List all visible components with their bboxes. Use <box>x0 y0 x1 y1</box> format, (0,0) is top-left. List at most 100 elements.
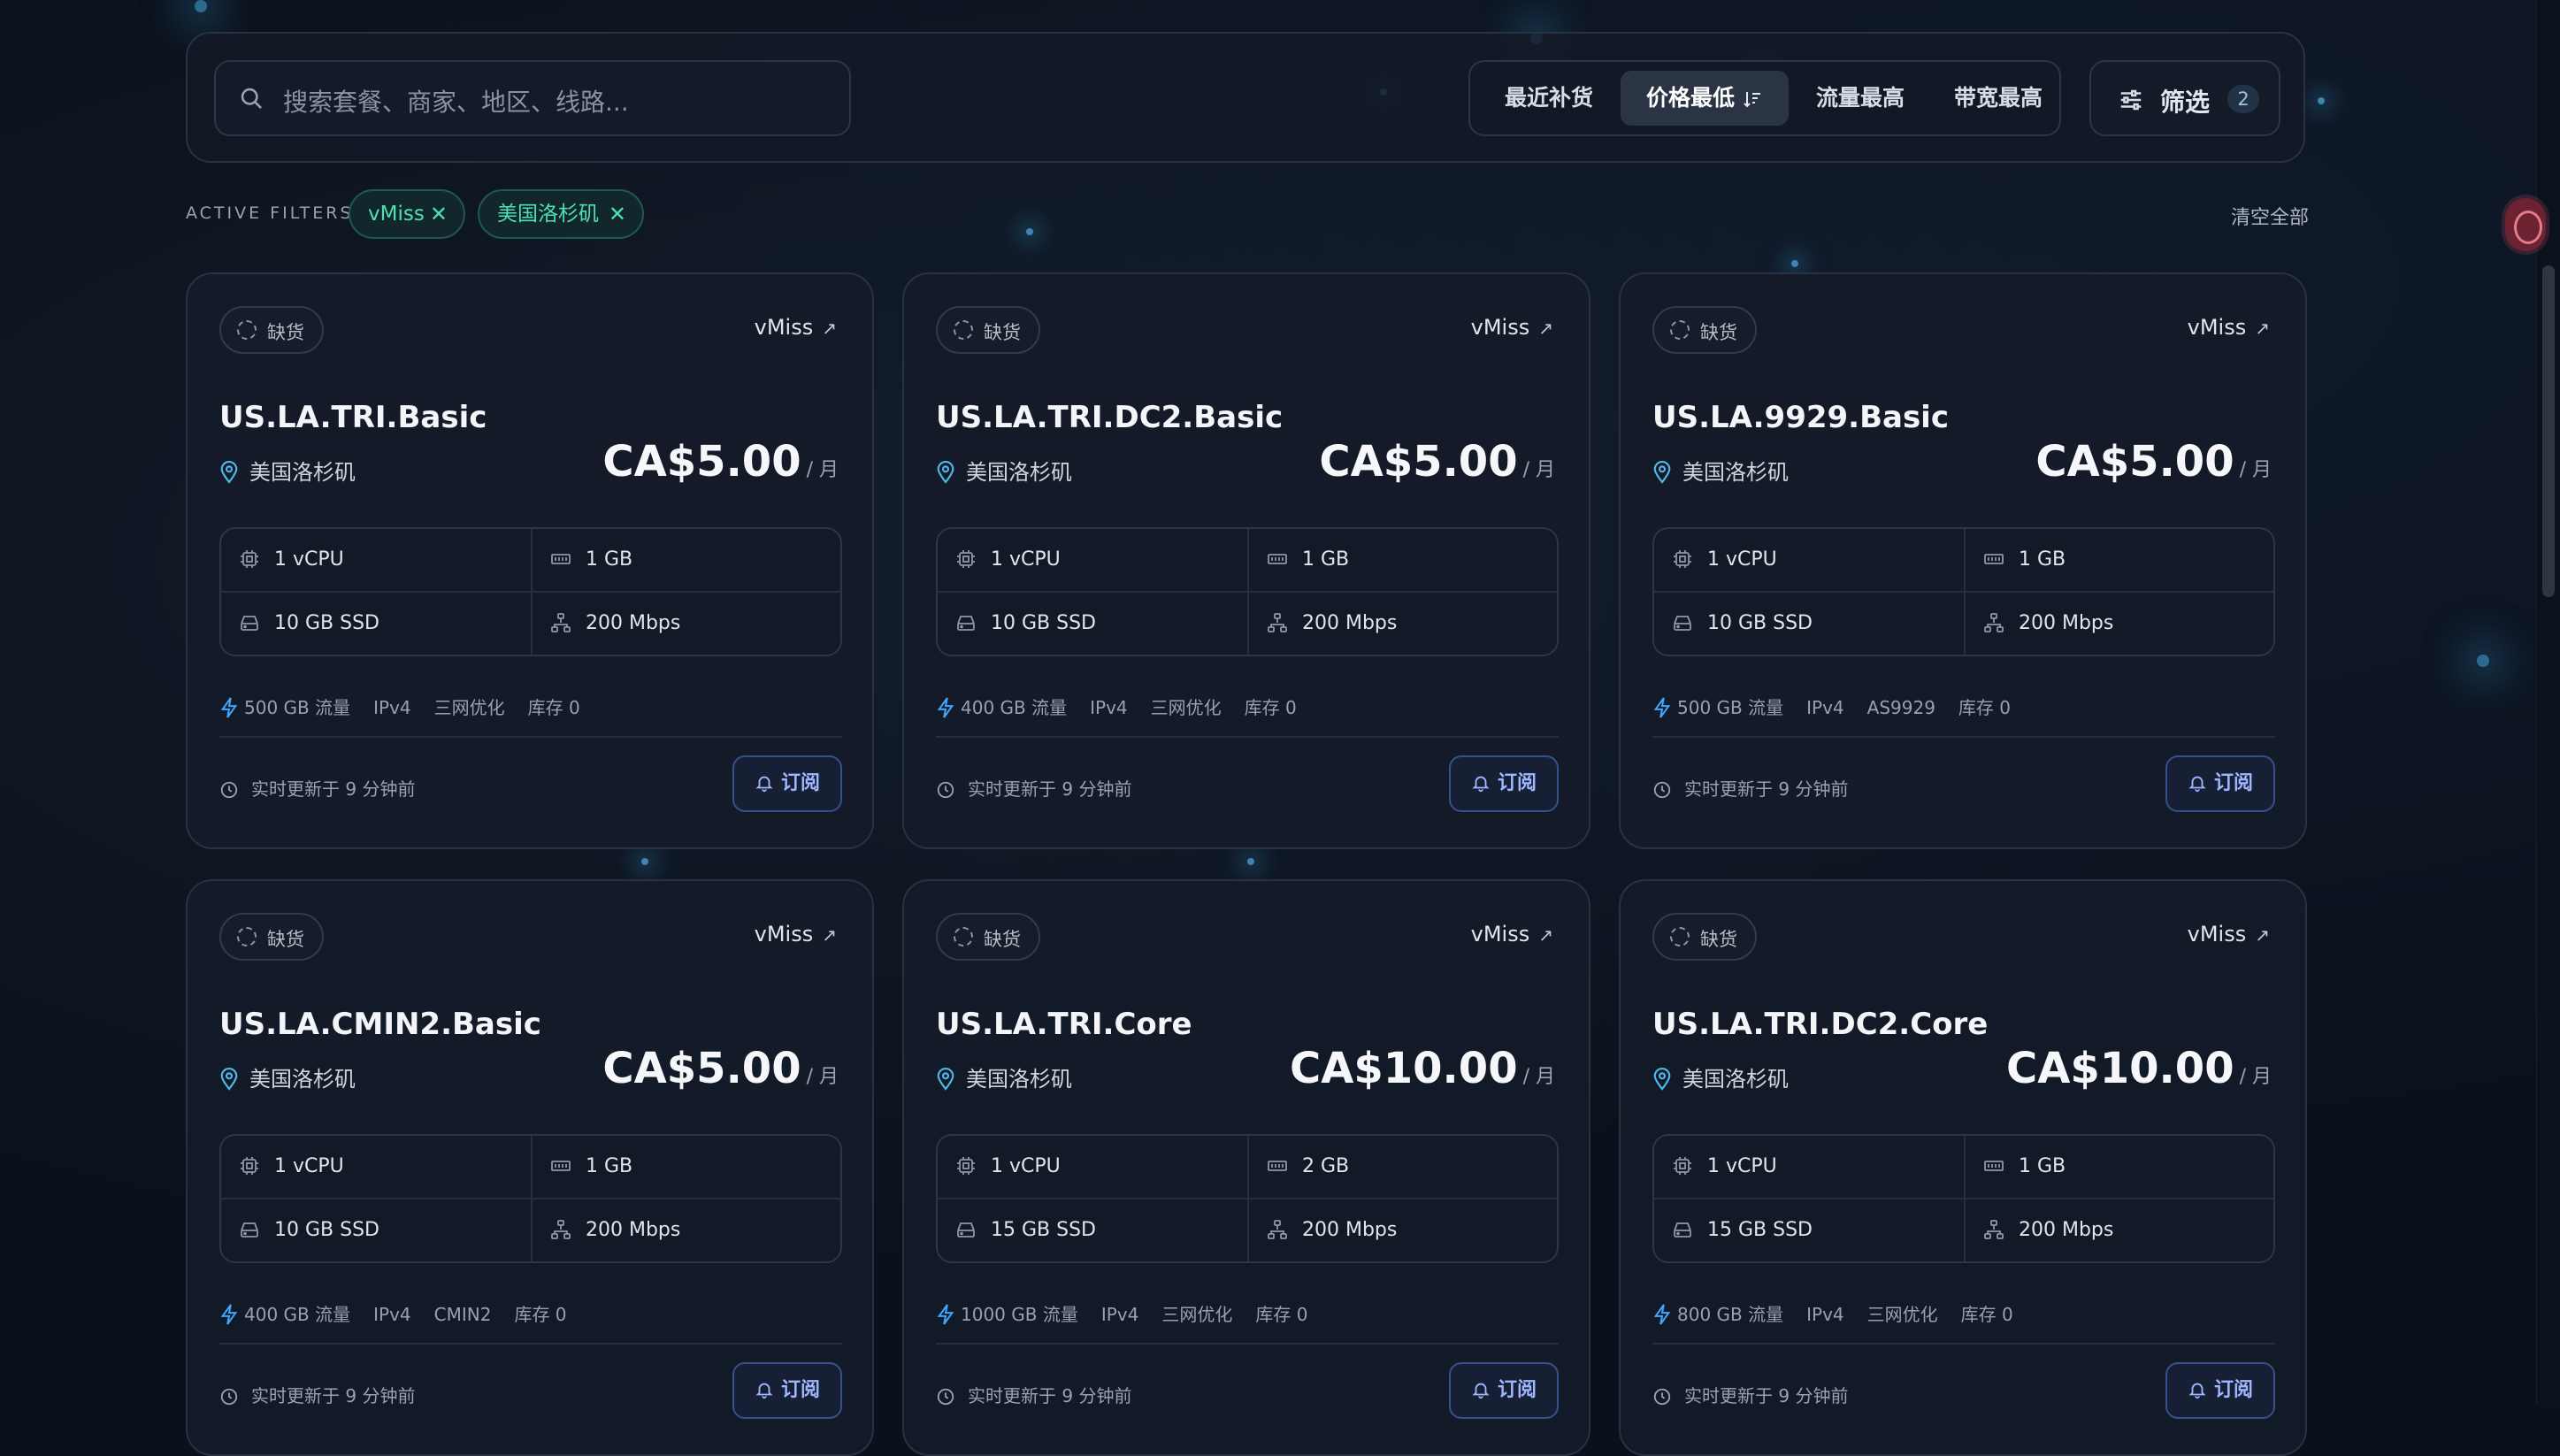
ip-tag: IPv4 <box>1100 1304 1139 1325</box>
vendor-link[interactable]: vMiss ↗ <box>755 315 837 340</box>
ip-tag: IPv4 <box>1090 697 1128 718</box>
vendor-link[interactable]: vMiss ↗ <box>2188 922 2270 946</box>
product-card: 缺货 vMiss ↗ US.LA.TRI.DC2.Basic 美国洛杉矶 CA$5… <box>902 272 1590 849</box>
stock-tag: 库存 0 <box>1244 697 1297 718</box>
product-card: 缺货 vMiss ↗ US.LA.TRI.Core 美国洛杉矶 CA$10.00/… <box>902 879 1590 1456</box>
spec-bandwidth: 200 Mbps <box>1983 1219 2113 1241</box>
subscribe-button[interactable]: 订阅 <box>2165 755 2275 812</box>
subscribe-button[interactable]: 订阅 <box>732 1362 842 1419</box>
spec-bandwidth: 200 Mbps <box>550 612 680 634</box>
location-text: 美国洛杉矶 <box>249 460 356 485</box>
price-amount: CA$5.00 <box>1319 437 1518 487</box>
vendor-link[interactable]: vMiss ↗ <box>755 922 837 946</box>
spec-grid: 1 vCPU 2 GB 15 GB SSD 200 Mbps <box>936 1134 1559 1263</box>
dashed-circle-icon <box>1670 320 1690 340</box>
plan-tags: 1000 GB 流量 IPv4 三网优化 库存 0 <box>936 1300 1330 1326</box>
location-text: 美国洛杉矶 <box>1682 1067 1789 1092</box>
sort-lowest-price[interactable]: 价格最低 <box>1621 71 1789 126</box>
filter-chip-los-angeles[interactable]: 美国洛杉矶 ✕ <box>478 189 644 239</box>
location-text: 美国洛杉矶 <box>966 460 1072 485</box>
cpu-icon <box>957 1157 975 1175</box>
stock-status-text: 缺货 <box>267 322 304 343</box>
toolbar: 搜索套餐、商家、地区、线路... 最近补货 价格最低 流量最高 带宽最高 筛选 … <box>186 32 2305 163</box>
cpu-icon <box>1674 550 1691 568</box>
scrollbar-thumb[interactable] <box>2542 265 2555 597</box>
search-input[interactable]: 搜索套餐、商家、地区、线路... <box>214 60 851 136</box>
subscribe-button[interactable]: 订阅 <box>1449 755 1559 812</box>
filter-button-label: 筛选 <box>2160 88 2211 117</box>
traffic-tag: 400 GB 流量 <box>961 697 1068 718</box>
location-pin-icon <box>220 1068 238 1091</box>
sliders-icon <box>2120 89 2142 111</box>
plan-tags: 400 GB 流量 IPv4 三网优化 库存 0 <box>936 694 1320 719</box>
spec-ram: 1 GB <box>1267 548 1349 571</box>
plan-price: CA$5.00/ 月 <box>602 437 839 487</box>
sort-recent-restock[interactable]: 最近补货 <box>1483 71 1615 126</box>
subscribe-button[interactable]: 订阅 <box>732 755 842 812</box>
filter-button[interactable]: 筛选 2 <box>2089 60 2280 136</box>
stock-status-text: 缺货 <box>1700 929 1737 950</box>
spec-grid: 1 vCPU 1 GB 15 GB SSD 200 Mbps <box>1652 1134 2275 1263</box>
filter-chip-vmiss[interactable]: vMiss ✕ <box>349 189 465 239</box>
plan-location: 美国洛杉矶 <box>1652 455 1789 486</box>
clock-icon <box>1653 781 1671 799</box>
subscribe-button[interactable]: 订阅 <box>2165 1362 2275 1419</box>
filter-chip-label: 美国洛杉矶 <box>497 203 599 226</box>
plan-price: CA$5.00/ 月 <box>602 1044 839 1093</box>
spec-cpu: 1 vCPU <box>239 548 344 571</box>
stock-status-text: 缺货 <box>984 929 1021 950</box>
plan-name: US.LA.9929.Basic <box>1652 400 1949 435</box>
close-icon[interactable]: ✕ <box>609 191 626 237</box>
dashed-circle-icon <box>237 320 257 340</box>
vendor-link[interactable]: vMiss ↗ <box>1471 922 1553 946</box>
price-unit: / 月 <box>2239 459 2272 481</box>
ip-tag: IPv4 <box>373 1304 411 1325</box>
stock-status-badge: 缺货 <box>219 913 324 961</box>
update-time: 实时更新于 9 分钟前 <box>1652 1382 1848 1407</box>
line-tag: CMIN2 <box>433 1304 492 1325</box>
vendor-link[interactable]: vMiss ↗ <box>2188 315 2270 340</box>
product-card: 缺货 vMiss ↗ US.LA.9929.Basic 美国洛杉矶 CA$5.00… <box>1619 272 2307 849</box>
page: 搜索套餐、商家、地区、线路... 最近补货 价格最低 流量最高 带宽最高 筛选 … <box>0 0 2560 1456</box>
filter-chip-label: vMiss <box>368 203 425 226</box>
clock-icon <box>937 781 954 799</box>
subscribe-button[interactable]: 订阅 <box>1449 1362 1559 1419</box>
clear-all-link[interactable]: 清空全部 <box>2231 202 2309 230</box>
ip-tag: IPv4 <box>1806 1304 1844 1325</box>
ip-tag: IPv4 <box>373 697 411 718</box>
spec-disk: 10 GB SSD <box>239 612 379 634</box>
vendor-link[interactable]: vMiss ↗ <box>1471 315 1553 340</box>
plan-location: 美国洛杉矶 <box>1652 1061 1789 1092</box>
stock-tag: 库存 0 <box>514 1304 567 1325</box>
external-link-icon: ↗ <box>822 924 837 946</box>
bell-icon <box>755 1383 773 1399</box>
lightning-icon <box>220 697 238 718</box>
spec-bandwidth: 200 Mbps <box>550 1219 680 1241</box>
external-link-icon: ↗ <box>1538 924 1553 946</box>
sort-highest-bandwidth[interactable]: 带宽最高 <box>1932 71 2065 126</box>
traffic-tag: 1000 GB 流量 <box>961 1304 1078 1325</box>
plan-price: CA$5.00/ 月 <box>2035 437 2272 487</box>
traffic-tag: 500 GB 流量 <box>244 697 351 718</box>
plan-name: US.LA.TRI.Basic <box>219 400 487 435</box>
network-icon <box>1984 613 2004 632</box>
spec-disk: 10 GB SSD <box>1672 612 1813 634</box>
plan-name: US.LA.TRI.DC2.Core <box>1652 1007 1989 1042</box>
cpu-icon <box>241 550 258 568</box>
floating-action-button[interactable] <box>2505 198 2546 251</box>
memory-icon <box>1268 554 1287 564</box>
spec-bandwidth: 200 Mbps <box>1267 612 1397 634</box>
close-icon[interactable]: ✕ <box>430 191 448 237</box>
plan-name: US.LA.TRI.Core <box>936 1007 1192 1042</box>
price-amount: CA$10.00 <box>1289 1044 1518 1093</box>
spec-cpu: 1 vCPU <box>239 1155 344 1177</box>
plan-tags: 400 GB 流量 IPv4 CMIN2 库存 0 <box>219 1300 590 1326</box>
dashed-circle-icon <box>954 927 973 946</box>
network-icon <box>551 613 571 632</box>
sort-most-traffic[interactable]: 流量最高 <box>1794 71 1927 126</box>
bell-icon <box>2188 776 2206 793</box>
stock-status-badge: 缺货 <box>1652 306 1757 354</box>
line-tag: 三网优化 <box>1161 1304 1233 1325</box>
line-tag: 三网优化 <box>433 697 505 718</box>
active-filters-label: ACTIVE FILTERS <box>186 203 354 223</box>
